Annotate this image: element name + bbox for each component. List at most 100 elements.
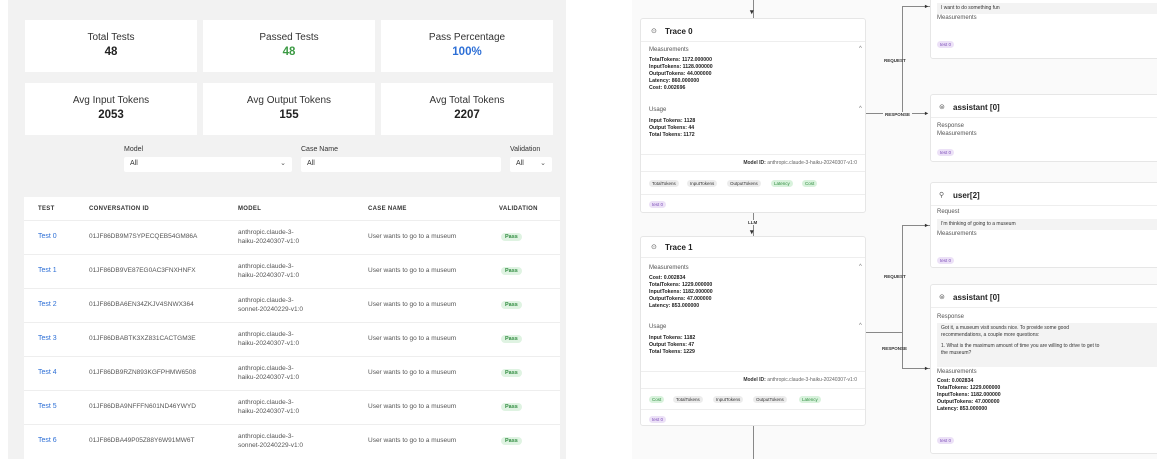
chevron-down-icon: ⌄ <box>280 160 286 167</box>
total-tests-label: Total Tests <box>87 32 135 43</box>
response-edge-label: RESPONSE <box>883 112 913 117</box>
usage-line: Output Tokens: 44 <box>649 125 695 131</box>
measurements-section-label[interactable]: Measurements <box>649 47 689 53</box>
model-cell: anthropic.claude-3- haiku-20240307-v1:0 <box>238 228 299 246</box>
conversation-id-cell: 01JF86DBA49P05Z88Y6W91MW6T <box>89 437 195 444</box>
model-line: haiku-20240307-v1:0 <box>238 408 300 415</box>
measurement-line: TotalTokens: 1229.000000 <box>937 385 1001 391</box>
test-link[interactable]: Test 2 <box>38 301 57 308</box>
usage-section-label[interactable]: Usage <box>649 324 666 330</box>
user-2-message-text: I'm thinking of going to a museum <box>937 219 1157 230</box>
tag-cost: Cost <box>649 396 665 403</box>
chevron-up-icon[interactable]: ^ <box>859 264 862 270</box>
test-tag: test 0 <box>649 416 667 423</box>
trace-1-measurements: Cost: 0.002834 TotalTokens: 1229.000000 … <box>649 275 713 310</box>
table-row[interactable]: Test 0 01JF86DB9M7SYPECQEB54GM86A anthropi… <box>24 220 560 254</box>
passed-tests-value: 48 <box>282 46 296 58</box>
table-row[interactable]: Test 1 01JF86DB9VE87EG0AC3FNXHNFX anthropi… <box>24 254 560 288</box>
avg-input-tokens-label: Avg Input Tokens <box>72 95 150 106</box>
measurement-line: InputTokens: 1128.000000 <box>649 64 713 70</box>
measurements-section-label[interactable]: Measurements <box>937 131 977 137</box>
avg-total-tokens-label: Avg Total Tokens <box>429 95 505 106</box>
avg-total-tokens-value: 2207 <box>454 109 480 121</box>
table-row[interactable]: Test 6 01JF86DBA49P05Z88Y6W91MW6T anthropi… <box>24 424 560 458</box>
trace-0-title: Trace 0 <box>665 27 693 36</box>
divider <box>931 205 1157 206</box>
case-name-cell: User wants to go to a museum <box>368 437 457 444</box>
pass-badge: Pass <box>501 437 522 445</box>
case-name-filter-value: All <box>307 160 315 167</box>
passed-tests-label: Passed Tests <box>259 32 319 43</box>
measurement-line: TotalTokens: 1172.000000 <box>649 57 712 63</box>
validation-filter-value: All <box>516 160 524 167</box>
model-filter-value: All <box>130 160 138 167</box>
case-name-filter-select[interactable]: All <box>301 157 501 172</box>
pass-badge: Pass <box>501 403 522 411</box>
tag-output-tokens: OutputTokens <box>753 396 787 403</box>
response-section-label[interactable]: Response <box>937 314 964 320</box>
results-table: TEST CONVERSATION ID MODEL CASE NAME VAL… <box>24 197 560 459</box>
model-id-label: Model ID: <box>743 377 766 383</box>
tag-output-tokens: OutputTokens <box>727 180 761 187</box>
test-link[interactable]: Test 5 <box>38 403 57 410</box>
case-name-filter-label: Case Name <box>301 146 338 153</box>
measurements-section-label[interactable]: Measurements <box>649 265 689 271</box>
col-header-validation: VALIDATION <box>499 206 538 212</box>
test-link[interactable]: Test 0 <box>38 233 57 240</box>
arrow-right-icon: ▸ <box>925 4 929 10</box>
user-message-card[interactable]: I want to do something fun Measurements … <box>930 0 1157 59</box>
validation-filter-select[interactable]: All ⌄ <box>510 157 552 172</box>
assistant-0-measurements: Cost: 0.002834 TotalTokens: 1229.000000 … <box>937 378 1001 413</box>
case-name-cell: User wants to go to a museum <box>368 233 457 240</box>
edge-line <box>753 424 754 459</box>
table-row[interactable]: Test 3 01JF86DBABTK3XZ831CACTGM3E anthropi… <box>24 322 560 356</box>
pass-badge: Pass <box>501 335 522 343</box>
col-header-case-name: CASE NAME <box>368 206 407 212</box>
trace-1-title: Trace 1 <box>665 243 693 252</box>
clock-icon: ⊙ <box>651 244 657 251</box>
chevron-up-icon[interactable]: ^ <box>859 323 862 329</box>
trace-1-card[interactable]: ⊙ Trace 1 Measurements ^ Cost: 0.002834 … <box>640 236 866 426</box>
test-link[interactable]: Test 6 <box>38 437 57 444</box>
test-tag: test 0 <box>937 149 955 156</box>
measurements-section-label[interactable]: Measurements <box>937 15 977 21</box>
measurement-line: OutputTokens: 47.000000 <box>649 296 712 302</box>
pass-percentage-card: Pass Percentage 100% <box>381 20 553 72</box>
test-link[interactable]: Test 4 <box>38 369 57 376</box>
usage-section-label[interactable]: Usage <box>649 107 666 113</box>
model-id-label: Model ID: <box>743 160 766 166</box>
usage-line: Input Tokens: 1128 <box>649 118 696 124</box>
response-line: the museum? <box>941 350 972 356</box>
measurements-section-label[interactable]: Measurements <box>937 369 977 375</box>
assistant-response-text: Got it, a museum visit sounds nice. To p… <box>937 323 1157 367</box>
table-row[interactable]: Test 5 01JF86DBA9NFFFN601ND46YWYD anthropi… <box>24 390 560 424</box>
test-tag: test 0 <box>937 41 955 48</box>
model-line: haiku-20240307-v1:0 <box>238 374 300 381</box>
measurement-line: InputTokens: 1182.000000 <box>937 392 1001 398</box>
chevron-up-icon[interactable]: ^ <box>859 46 862 52</box>
tag-input-tokens: InputTokens <box>687 180 718 187</box>
request-section-label[interactable]: Request <box>937 209 959 215</box>
user-2-card[interactable]: ⚲ user[2] Request ^ I'm thinking of goin… <box>930 182 1157 268</box>
request-edge-label: REQUEST <box>884 274 906 279</box>
conversation-id-cell: 01JF86DBA6EN34ZKJV4SNWX364 <box>89 301 194 308</box>
pass-badge: Pass <box>501 369 522 377</box>
col-header-model: MODEL <box>238 206 262 212</box>
chevron-up-icon[interactable]: ^ <box>859 106 862 112</box>
response-section-label[interactable]: Response <box>937 123 964 129</box>
measurements-section-label[interactable]: Measurements <box>937 231 977 237</box>
test-link[interactable]: Test 1 <box>38 267 57 274</box>
table-row[interactable]: Test 4 01JF86DB9RZN893KGFPHMW6508 anthropi… <box>24 356 560 390</box>
usage-line: Total Tokens: 1172 <box>649 132 695 138</box>
assistant-0-card[interactable]: ⊜ assistant [0] Response ⌄ Measurements … <box>930 94 1157 162</box>
model-cell: anthropic.claude-3- haiku-20240307-v1:0 <box>238 330 299 348</box>
trace-0-card[interactable]: ⊙ Trace 0 Measurements ^ TotalTokens: 11… <box>640 18 866 213</box>
model-filter-select[interactable]: All ⌄ <box>124 157 292 172</box>
usage-line: Output Tokens: 47 <box>649 342 695 348</box>
trace-0-model-id: Model ID: anthropic.claude-3-haiku-20240… <box>743 160 857 166</box>
assistant-0-response-card[interactable]: ⊜ assistant [0] Response ^ Got it, a mus… <box>930 284 1157 454</box>
llm-edge-label: LLM <box>748 220 758 225</box>
divider <box>641 409 865 410</box>
test-link[interactable]: Test 3 <box>38 335 57 342</box>
table-row[interactable]: Test 2 01JF86DBA6EN34ZKJV4SNWX364 anthropi… <box>24 288 560 322</box>
